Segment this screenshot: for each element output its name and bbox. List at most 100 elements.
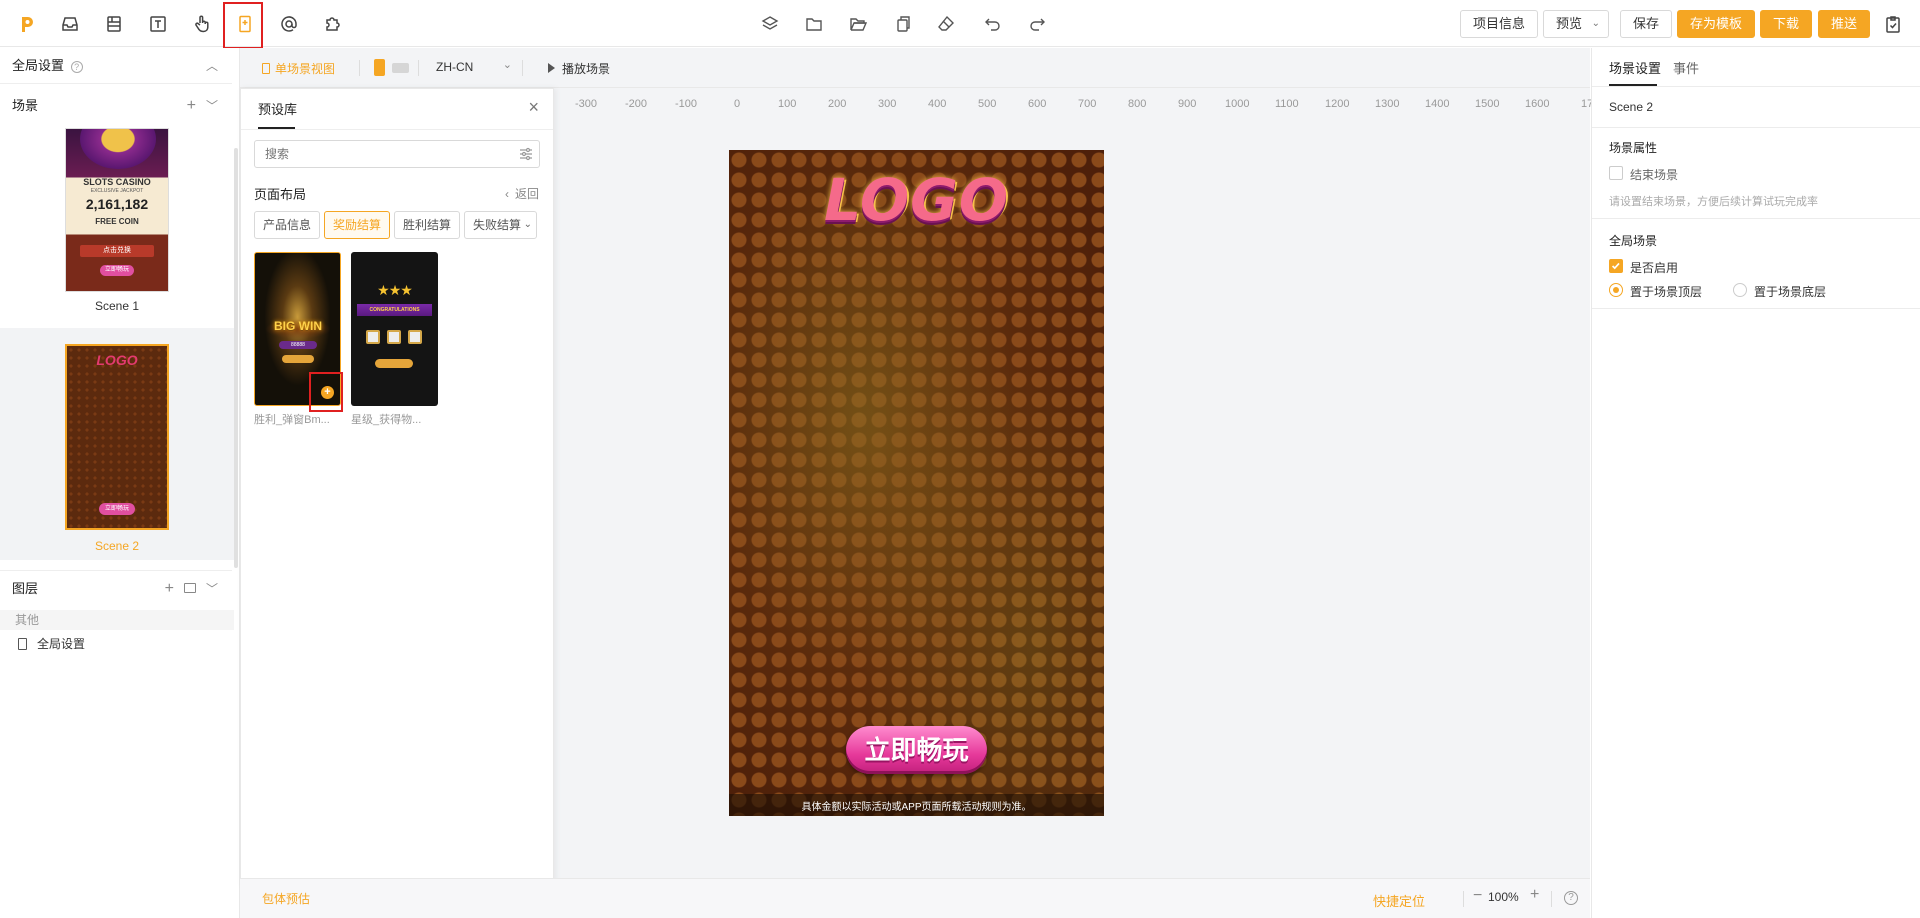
mention-icon[interactable] — [276, 11, 302, 37]
divider — [1463, 891, 1464, 907]
clipboard-check-icon[interactable] — [1880, 11, 1906, 37]
redo-icon[interactable] — [1024, 11, 1050, 37]
help-icon[interactable]: ? — [70, 60, 83, 73]
project-info-button[interactable]: 项目信息 — [1460, 10, 1539, 38]
divider — [418, 60, 419, 76]
eraser-icon[interactable] — [933, 11, 959, 37]
help-icon[interactable]: ? — [1564, 891, 1578, 905]
ruler-tick-label: 1400 — [1425, 98, 1450, 110]
save-button[interactable]: 保存 — [1620, 10, 1673, 38]
global-settings-header[interactable]: 全局设置 ? ︿ — [0, 48, 232, 84]
chevron-down-icon[interactable]: ﹀ — [206, 88, 218, 124]
chip-product-info[interactable]: 产品信息 — [254, 211, 321, 239]
layer-item-label: 全局设置 — [37, 637, 86, 651]
search-input[interactable] — [265, 145, 495, 163]
push-button[interactable]: 推送 — [1818, 10, 1871, 38]
scene-1-title: SLOTS CASINO — [83, 177, 151, 187]
ruler-tick-label: 400 — [928, 98, 947, 110]
highlight-box-add — [309, 372, 343, 412]
portrait-orientation-toggle[interactable] — [374, 59, 385, 76]
layers-icon[interactable] — [757, 11, 783, 37]
layers-title: 图层 — [12, 581, 39, 596]
landscape-orientation-toggle[interactable] — [392, 63, 409, 73]
reward-slot — [408, 330, 422, 344]
language-select[interactable]: ZH-CN ⌄ — [436, 59, 512, 74]
plugin-icon[interactable] — [320, 11, 346, 37]
ruler-tick-label: 0 — [734, 98, 741, 110]
preset-card-label-1: 胜利_弹窗Bm... — [254, 414, 330, 426]
play-scene-button[interactable]: 播放场景 — [548, 60, 610, 77]
chip-lose-settlement[interactable]: 失败结算 ⌄ — [464, 211, 537, 239]
language-value: ZH-CN — [436, 60, 474, 74]
package-estimate-link[interactable]: 包体预估 — [262, 890, 310, 907]
divider — [1592, 86, 1920, 87]
copy-icon[interactable] — [889, 11, 915, 37]
tab-events[interactable]: 事件 — [1673, 58, 1699, 77]
save-as-template-button[interactable]: 存为模板 — [1677, 10, 1756, 38]
tab-scene-settings[interactable]: 场景设置 — [1609, 58, 1661, 77]
scene-preset-icon — [262, 63, 270, 74]
scene-props-title: 场景属性 — [1609, 141, 1658, 155]
filter-sliders-icon[interactable] — [519, 147, 533, 161]
chip-win-settlement[interactable]: 胜利结算 — [394, 211, 461, 239]
preview-dropdown[interactable]: 预览 ⌄ — [1543, 10, 1610, 38]
radio-scene-top[interactable] — [1609, 283, 1623, 297]
ruler-tick-label: 1500 — [1475, 98, 1500, 110]
chevron-left-icon: ‹ — [504, 187, 509, 201]
add-scene-icon[interactable]: + — [187, 88, 196, 124]
hand-pointer-icon[interactable] — [189, 11, 215, 37]
play-now-button[interactable]: 立即畅玩 — [846, 726, 987, 774]
enable-checkbox[interactable] — [1609, 259, 1623, 273]
scene-1-subtitle: EXCLUSIVE JACKPOT — [90, 188, 144, 194]
radio-scene-bottom[interactable] — [1733, 283, 1747, 297]
add-layer-icon[interactable]: + — [165, 571, 174, 607]
global-settings-title: 全局设置 — [12, 58, 65, 73]
scene-2-label: Scene 2 — [94, 539, 140, 553]
divider — [359, 60, 360, 76]
chevron-down-icon: ⌄ — [1591, 18, 1601, 29]
global-scene-title: 全局场景 — [1609, 234, 1658, 248]
zoom-out-button[interactable]: − — [1473, 887, 1482, 905]
layer-item-global-settings[interactable]: 全局设置 — [18, 634, 85, 654]
chevron-down-icon[interactable]: ﹀ — [206, 571, 218, 607]
radio-scene-bottom-label: 置于场景底层 — [1754, 285, 1827, 299]
bottom-bar: 包体预估 快捷定位 − 100% + ? — [240, 878, 1590, 918]
app-logo-icon[interactable] — [14, 11, 40, 37]
play-scene-label: 播放场景 — [562, 62, 611, 76]
undo-icon[interactable] — [980, 11, 1006, 37]
phone-artboard[interactable]: LOGO 立即畅玩 具体金额以实际活动或APP页面所载活动规则为准。 — [729, 150, 1104, 816]
disclaimer-text: 具体金额以实际活动或APP页面所载活动规则为准。 — [801, 802, 1032, 813]
tab-preset-library[interactable]: 预设库 — [258, 99, 297, 118]
preset-card-congratulations[interactable]: ★★★ CONGRATULATIONS — [351, 252, 438, 406]
zoom-in-button[interactable]: + — [1530, 886, 1539, 904]
scene-name: Scene 2 — [1609, 100, 1654, 114]
collapse-up-icon[interactable]: ︿ — [206, 48, 218, 84]
zoom-level[interactable]: 100% — [1488, 890, 1519, 904]
scene-thumbnail-1[interactable]: SLOTS CASINO EXCLUSIVE JACKPOT 2,161,182… — [65, 128, 169, 292]
congrats-button — [375, 359, 413, 368]
single-scene-view-toggle[interactable]: 单场景视图 — [262, 60, 335, 77]
quick-locate-button[interactable]: 快捷定位 — [1373, 891, 1425, 910]
chip-reward-settlement[interactable]: 奖励结算 — [324, 211, 391, 239]
download-button[interactable]: 下载 — [1760, 10, 1813, 38]
layout-icon[interactable] — [101, 11, 127, 37]
inbox-icon[interactable] — [57, 11, 83, 37]
folder-open-icon[interactable] — [845, 11, 871, 37]
section-title: 页面布局 — [254, 187, 307, 202]
folder-icon[interactable] — [184, 583, 196, 593]
end-scene-label: 结束场景 — [1630, 168, 1679, 182]
back-link[interactable]: ‹ 返回 — [505, 185, 539, 202]
folder-icon[interactable] — [801, 11, 827, 37]
left-scrollbar[interactable] — [234, 148, 238, 568]
close-icon[interactable]: × — [528, 97, 539, 118]
stars-icon: ★★★ — [377, 282, 413, 298]
scene-1-amount: 2,161,182 — [85, 196, 149, 212]
checkmark-icon — [1611, 262, 1620, 270]
scene-2-cta: 立即畅玩 — [99, 503, 135, 515]
end-scene-checkbox[interactable] — [1609, 166, 1623, 180]
text-icon[interactable] — [145, 11, 171, 37]
divider — [1592, 127, 1920, 128]
chevron-down-icon: ⌄ — [502, 59, 512, 71]
scene-thumbnail-2[interactable]: LOGO 立即畅玩 — [65, 344, 169, 530]
search-field[interactable] — [254, 140, 540, 168]
